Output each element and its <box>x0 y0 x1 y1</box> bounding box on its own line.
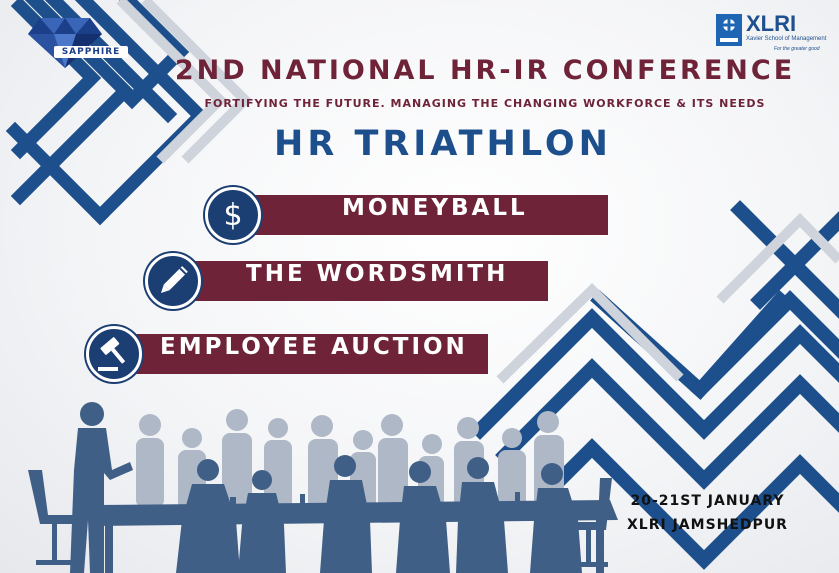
event-title: HR TRIATHLON <box>274 124 612 164</box>
diamond-icon <box>28 18 102 68</box>
xlri-logo-tagline: For the greater good <box>774 46 820 52</box>
conference-subtitle: FORTIFYING THE FUTURE. MANAGING THE CHAN… <box>204 97 766 110</box>
xlri-emblem-icon <box>716 14 742 46</box>
sapphire-logo: SAPPHIRE <box>26 14 128 70</box>
event-badge-moneyball: $ <box>205 187 261 243</box>
event-badge-employee-auction <box>86 326 142 382</box>
gavel-icon <box>98 337 126 371</box>
event-label-employee-auction: EMPLOYEE AUCTION <box>160 334 468 360</box>
event-banner-employee-auction: EMPLOYEE AUCTION <box>112 334 488 374</box>
event-label-moneyball: MONEYBALL <box>342 195 528 221</box>
event-date: 20-21ST JANUARY <box>630 493 785 509</box>
event-label-wordsmith: THE WORDSMITH <box>246 261 509 287</box>
conference-title: 2ND NATIONAL HR-IR CONFERENCE <box>174 55 796 86</box>
event-badge-wordsmith <box>145 253 201 309</box>
xlri-logo: XLRI Xavier School of Management For the… <box>716 11 834 60</box>
event-banner-moneyball: MONEYBALL <box>232 195 608 235</box>
sapphire-logo-text: SAPPHIRE <box>54 46 128 58</box>
conference-poster: SAPPHIRE XLRI Xavier School of Managemen… <box>0 0 839 573</box>
event-venue: XLRI JAMSHEDPUR <box>627 517 788 533</box>
pencil-icon <box>160 266 188 294</box>
xlri-logo-name: XLRI <box>746 11 797 36</box>
xlri-logo-subtitle: Xavier School of Management <box>746 36 827 42</box>
dollar-icon: $ <box>223 198 242 233</box>
event-banner-wordsmith: THE WORDSMITH <box>172 261 548 301</box>
svg-text:$: $ <box>223 198 242 233</box>
